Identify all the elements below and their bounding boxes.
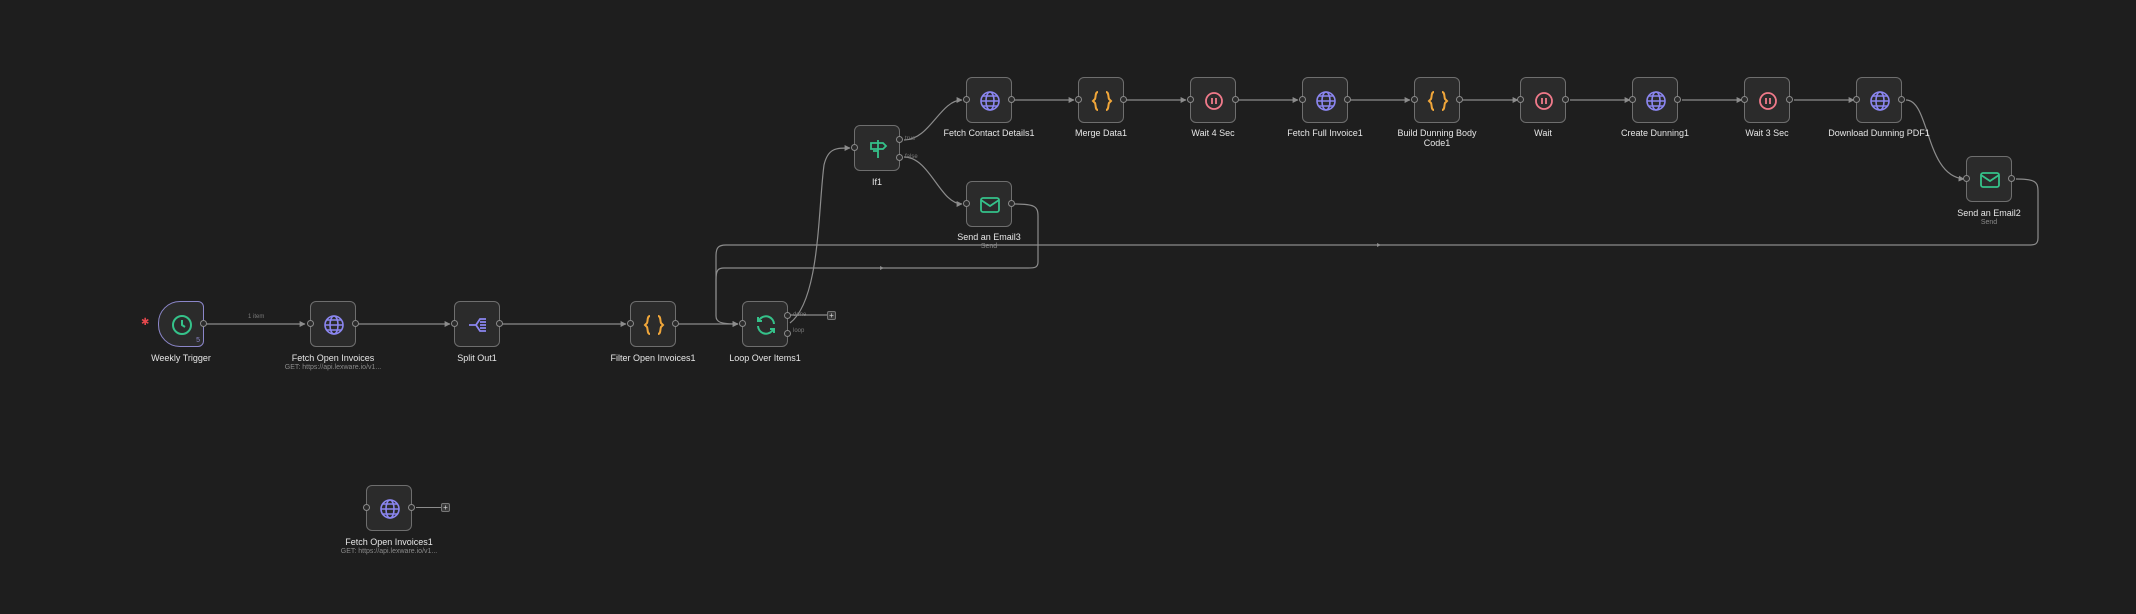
input-port[interactable]: [963, 200, 970, 207]
node-merge-data1[interactable]: [1075, 77, 1127, 123]
node-subtitle: GET: https://api.lexware.io/v1...: [340, 548, 438, 555]
globe-icon: [1644, 89, 1668, 113]
output-port[interactable]: [200, 320, 207, 327]
input-port[interactable]: [307, 320, 314, 327]
node-label: Split Out1: [457, 353, 497, 363]
mail-icon: [978, 193, 1002, 217]
globe-icon: [1314, 89, 1338, 113]
input-port[interactable]: [739, 320, 746, 327]
pause-icon: [1202, 89, 1226, 113]
output-port[interactable]: [1120, 96, 1127, 103]
globe-icon: [978, 89, 1002, 113]
mail-icon: [1978, 168, 2002, 192]
globe-icon: [378, 497, 402, 521]
node-split-out1[interactable]: [451, 301, 503, 347]
output-port[interactable]: [1008, 200, 1015, 207]
node-subtitle: GET: https://api.lexware.io/v1...: [284, 364, 382, 371]
output-port[interactable]: [352, 320, 359, 327]
split-icon: [466, 313, 490, 337]
node-label: Send an Email3: [957, 232, 1021, 242]
node-label: Fetch Open Invoices1: [345, 537, 433, 547]
add-node-button[interactable]: +: [441, 503, 450, 512]
input-port[interactable]: [363, 504, 370, 511]
input-port[interactable]: [1075, 96, 1082, 103]
pause-icon: [1532, 89, 1556, 113]
connection-stub: [416, 507, 441, 508]
trigger-badge: 5: [196, 337, 200, 344]
output-port[interactable]: [1786, 96, 1793, 103]
node-download-dunning-pdf1[interactable]: [1853, 77, 1905, 123]
globe-icon: [322, 313, 346, 337]
input-port[interactable]: [1629, 96, 1636, 103]
output-port[interactable]: [1008, 96, 1015, 103]
node-create-dunning1[interactable]: [1629, 77, 1681, 123]
output-port-done[interactable]: [784, 312, 791, 319]
output-port[interactable]: [1898, 96, 1905, 103]
edge-label: done: [793, 312, 807, 318]
node-label: Weekly Trigger: [151, 353, 211, 363]
node-send-an-email3[interactable]: [963, 181, 1015, 227]
edge-label: false: [905, 154, 918, 160]
node-label: If1: [871, 177, 882, 187]
node-filter-open-invoices1[interactable]: [627, 301, 679, 347]
output-port[interactable]: [496, 320, 503, 327]
input-port[interactable]: [963, 96, 970, 103]
input-port[interactable]: [1853, 96, 1860, 103]
input-port[interactable]: [451, 320, 458, 327]
node-fetch-open-invoices1[interactable]: [363, 485, 415, 531]
node-wait[interactable]: [1517, 77, 1569, 123]
output-port[interactable]: [2008, 175, 2015, 182]
code-braces-icon: [1090, 89, 1114, 113]
connection: [789, 145, 851, 324]
workflow-canvas[interactable]: ✱ 5 Weekly Trigger 1 item Fetch Open Inv…: [0, 0, 2136, 614]
signpost-icon: [866, 137, 890, 161]
output-port[interactable]: [1674, 96, 1681, 103]
output-port[interactable]: [672, 320, 679, 327]
input-port[interactable]: [627, 320, 634, 327]
node-fetch-open-invoices[interactable]: [307, 301, 359, 347]
node-label: Download Dunning PDF1: [1828, 128, 1930, 138]
code-braces-icon: [642, 313, 666, 337]
input-port[interactable]: [1741, 96, 1748, 103]
input-port[interactable]: [1517, 96, 1524, 103]
connection: [1905, 99, 1965, 182]
pause-icon: [1756, 89, 1780, 113]
node-if1[interactable]: [851, 125, 903, 171]
input-port[interactable]: [1299, 96, 1306, 103]
trigger-zap-icon: ✱: [141, 317, 150, 328]
output-port-false[interactable]: [896, 154, 903, 161]
input-port[interactable]: [1963, 175, 1970, 182]
output-port-true[interactable]: [896, 136, 903, 143]
input-port[interactable]: [851, 144, 858, 151]
add-node-button[interactable]: +: [827, 311, 836, 320]
node-fetch-full-invoice1[interactable]: [1299, 77, 1351, 123]
output-port[interactable]: [408, 504, 415, 511]
input-port[interactable]: [1187, 96, 1194, 103]
node-label: Fetch Open Invoices: [291, 353, 375, 363]
output-port-loop[interactable]: [784, 330, 791, 337]
output-port[interactable]: [1456, 96, 1463, 103]
output-port[interactable]: [1562, 96, 1569, 103]
node-weekly-trigger[interactable]: 5: [158, 301, 207, 347]
node-build-dunning-body-code1[interactable]: [1411, 77, 1463, 123]
output-port[interactable]: [1232, 96, 1239, 103]
input-port[interactable]: [1411, 96, 1418, 103]
globe-icon: [1868, 89, 1892, 113]
output-port[interactable]: [1344, 96, 1351, 103]
edge-label: loop: [793, 328, 805, 334]
loop-icon: [754, 313, 778, 337]
node-loop-over-items1[interactable]: [739, 301, 791, 347]
node-wait-3-sec[interactable]: [1741, 77, 1793, 123]
node-subtitle: Send: [1980, 219, 1998, 226]
node-label: Send an Email2: [1957, 208, 2021, 218]
node-subtitle: Send: [980, 243, 998, 250]
code-braces-icon: [1426, 89, 1450, 113]
node-label-line2: Code1: [1423, 138, 1451, 148]
node-wait-4-sec[interactable]: [1187, 77, 1239, 123]
node-label: Loop Over Items1: [729, 353, 801, 363]
node-fetch-contact-details1[interactable]: [963, 77, 1015, 123]
clock-icon: [170, 313, 194, 337]
node-send-an-email2[interactable]: [1963, 156, 2015, 202]
edge-label: 1 item: [248, 314, 265, 320]
